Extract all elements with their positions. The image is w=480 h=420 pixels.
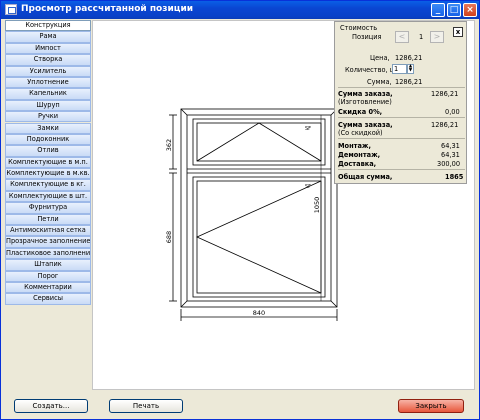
divider-2 [338,117,465,118]
window-title: Просмотр рассчитанной позиции [21,4,194,14]
dim-label-height: 1050 [313,197,321,214]
divider [338,87,465,88]
discount-value: 0,00 [445,108,460,116]
sidebar-item[interactable]: Импост [5,42,91,55]
sidebar-item[interactable]: Комплектующие в шт. [5,190,91,203]
position-value: 1 [419,33,424,41]
order-disc-sub: (Со скидкой) [338,129,383,137]
close-button[interactable]: Закрыть [398,399,464,413]
create-button[interactable]: Создать... [14,399,88,413]
sidebar-item[interactable]: Усилитель [5,65,91,77]
dismount-value: 64,31 [441,151,460,159]
qty-stepper[interactable]: ▲ ▼ [407,64,414,74]
next-position-button[interactable]: > [430,31,444,43]
sidebar-item[interactable]: Штапик [5,259,91,271]
maximize-button[interactable]: □ [447,3,461,17]
drawing-canvas: 362 688 1050 840 SF SF Стоимость x Позиц… [92,20,475,390]
top-opening-mark [196,122,322,162]
print-button[interactable]: Печать [109,399,183,413]
price-value: 1286,21 [395,54,423,62]
dim-label-width: 840 [253,309,265,317]
dim-label-bottom: 688 [165,231,173,243]
delivery-value: 300,00 [437,160,461,168]
bottom-bar: Создать... Печать Закрыть [1,391,479,419]
delivery-label: Доставка, [338,160,377,168]
sash-mark-bottom: SF [305,184,311,190]
sidebar-item[interactable]: Пластиковое заполнение [5,247,91,260]
sidebar-item[interactable]: Створка [5,54,91,66]
mount-label: Монтаж, [338,142,371,150]
title-bar: Просмотр рассчитанной позиции _ □ × [1,1,479,19]
sidebar-item[interactable]: Отлив [5,145,91,157]
mount-value: 64,31 [441,142,460,150]
bottom-sash [192,176,326,298]
sidebar-item[interactable]: Порог [5,270,91,282]
position-label: Позиция [352,33,382,41]
dim-label-top: 362 [165,139,173,151]
minimize-button[interactable]: _ [431,3,445,17]
sidebar-item[interactable]: Антимоскитная сетка [5,225,91,237]
sidebar-item[interactable]: Конструкция [5,20,91,32]
sidebar-item[interactable]: Сервисы [5,293,91,305]
top-glass [196,122,322,162]
order-sum-label: Сумма заказа, [338,90,393,98]
order-disc-value: 1286,21 [431,121,459,129]
sidebar-item[interactable]: Комплектующие в м.кв. [5,168,91,180]
sidebar-item[interactable]: Уплотнение [5,76,91,89]
sidebar-item[interactable]: Рама [5,31,91,43]
sum-value: 1286,21 [395,78,423,86]
cost-panel: Стоимость x Позиция < 1 > Цена, 1286,21 … [334,21,467,184]
total-label: Общая сумма, [338,173,393,181]
sidebar-item[interactable]: Шуруп [5,99,91,112]
sidebar-item[interactable]: Подоконник [5,133,91,146]
sidebar-item[interactable]: Прозрачное заполнение [5,236,91,248]
sidebar-item[interactable]: Петли [5,213,91,225]
divider-3 [338,138,465,139]
cost-close-button[interactable]: x [453,27,463,37]
sidebar-item[interactable]: Комплектующие в м.п. [5,156,91,169]
price-label: Цена, [370,54,390,62]
qty-input[interactable]: 1 [392,64,407,74]
window: Просмотр рассчитанной позиции _ □ × Конс… [0,0,480,420]
sidebar-item[interactable]: Замки [5,122,91,134]
sidebar-item[interactable]: Фурнитура [5,202,91,214]
bottom-glass [196,180,322,294]
close-window-button[interactable]: × [463,3,477,17]
sum-label: Сумма, [367,78,392,86]
total-value: 1865 [445,173,464,181]
app-icon [5,4,17,15]
prev-position-button[interactable]: < [395,31,409,43]
order-sum-sub: (Изготовление) [338,98,392,106]
cost-legend: Стоимость [340,24,378,32]
sidebar-item[interactable]: Капельник [5,88,91,100]
sidebar-item[interactable]: Комплектующие в кг. [5,179,91,191]
sash-mark-top: SF [305,126,311,132]
sidebar-item[interactable]: Комментарии [5,281,91,294]
inner-frame [186,114,332,302]
discount-label: Скидка 0%, [338,108,383,116]
sidebar-item[interactable]: Ручки [5,111,91,123]
dismount-label: Демонтаж, [338,151,381,159]
divider-4 [338,169,465,170]
order-sum-value: 1286,21 [431,90,459,98]
bottom-opening-mark [196,180,322,294]
sidebar: Конструкция Рама Импост Створка Усилитель Упл… [5,20,91,305]
order-disc-label: Сумма заказа, [338,121,393,129]
